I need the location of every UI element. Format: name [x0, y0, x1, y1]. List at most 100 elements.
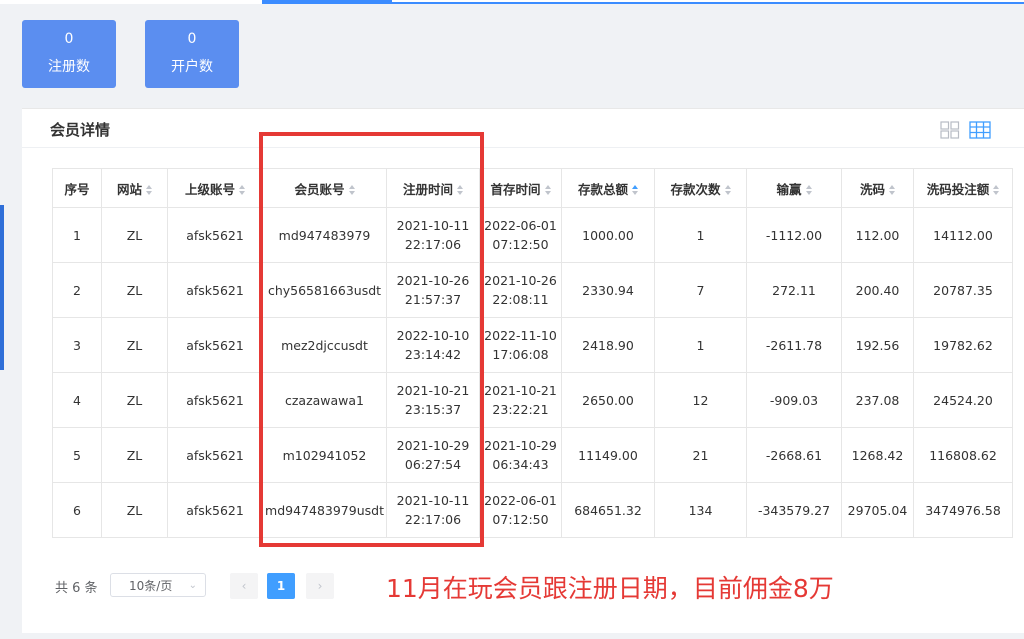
grid-view-icon[interactable]	[940, 121, 960, 143]
cell-rebate-bet: 24524.20	[913, 372, 1013, 428]
col-header-member-account[interactable]: 会员账号	[262, 168, 387, 208]
cell-index: 4	[52, 372, 102, 428]
accounts-opened-stat-card[interactable]: 0 开户数	[145, 20, 239, 88]
cell-member-account: chy56581663usdt	[262, 262, 387, 318]
cell-win-loss: -2611.78	[746, 317, 842, 373]
cell-rebate: 200.40	[841, 262, 914, 318]
panel-divider	[22, 147, 1024, 148]
cell-index: 2	[52, 262, 102, 318]
annotation-text: 11月在玩会员跟注册日期，目前佣金8万	[386, 574, 834, 603]
sort-icon[interactable]	[805, 185, 812, 195]
cell-registration-time: 2022-10-10 23:14:42	[386, 317, 480, 373]
cell-site: ZL	[101, 372, 168, 428]
cell-deposit-count: 21	[654, 427, 747, 483]
tab-underline	[392, 2, 1024, 4]
registrations-label: 注册数	[48, 59, 90, 75]
sort-icon[interactable]	[348, 185, 355, 195]
table-row: 5 ZL afsk5621 m102941052 2021-10-29 06:27…	[52, 427, 1013, 483]
sort-icon[interactable]	[993, 185, 1000, 195]
cell-rebate: 29705.04	[841, 482, 914, 538]
prev-page-button[interactable]: ‹	[230, 573, 258, 599]
sort-icon[interactable]	[457, 185, 463, 195]
cell-rebate: 192.56	[841, 317, 914, 373]
sort-icon[interactable]	[239, 185, 245, 195]
sort-ascending-icon[interactable]	[632, 185, 638, 195]
cell-site: ZL	[101, 207, 168, 263]
cell-index: 3	[52, 317, 102, 373]
cell-member-account: m102941052	[262, 427, 387, 483]
cell-win-loss: 272.11	[746, 262, 842, 318]
cell-member-account: md947483979	[262, 207, 387, 263]
cell-registration-time: 2021-10-21 23:15:37	[386, 372, 480, 428]
panel-title: 会员详情	[50, 121, 111, 139]
registrations-stat-card[interactable]: 0 注册数	[22, 20, 116, 88]
col-header-rebate-bet[interactable]: 洗码投注额	[913, 168, 1013, 208]
cell-win-loss: -343579.27	[746, 482, 842, 538]
cell-deposit-total: 684651.32	[561, 482, 655, 538]
page-size-select[interactable]: 10条/页 ⌄	[110, 573, 206, 597]
cell-index: 5	[52, 427, 102, 483]
table-row: 2 ZL afsk5621 chy56581663usdt 2021-10-26…	[52, 262, 1013, 318]
registrations-count: 0	[64, 31, 74, 47]
cell-deposit-count: 1	[654, 317, 747, 373]
table-view-icon[interactable]	[969, 121, 991, 143]
cell-win-loss: -909.03	[746, 372, 842, 428]
cell-deposit-count: 12	[654, 372, 747, 428]
cell-site: ZL	[101, 317, 168, 373]
col-header-index: 序号	[52, 168, 102, 208]
cell-deposit-total: 11149.00	[561, 427, 655, 483]
chevron-down-icon: ⌄	[188, 580, 197, 591]
cell-registration-time: 2021-10-26 21:57:37	[386, 262, 480, 318]
table-header-row: 序号 网站 上级账号 会员账号 注册时间 首存时间 存款总额 存款次数 输赢 洗…	[52, 168, 1013, 208]
total-count: 共 6 条	[55, 581, 98, 596]
cell-parent-account: afsk5621	[167, 207, 263, 263]
cell-registration-time: 2021-10-11 22:17:06	[386, 207, 480, 263]
cell-win-loss: -1112.00	[746, 207, 842, 263]
sort-icon[interactable]	[889, 185, 895, 195]
cell-parent-account: afsk5621	[167, 262, 263, 318]
cell-rebate: 112.00	[841, 207, 914, 263]
col-header-deposit-count[interactable]: 存款次数	[654, 168, 747, 208]
top-tab-bar	[0, 0, 1024, 4]
cell-deposit-total: 2330.94	[561, 262, 655, 318]
cell-index: 1	[52, 207, 102, 263]
col-header-registration-time[interactable]: 注册时间	[386, 168, 480, 208]
cell-deposit-total: 2650.00	[561, 372, 655, 428]
cell-site: ZL	[101, 427, 168, 483]
cell-member-account: md947483979usdt	[262, 482, 387, 538]
next-page-button[interactable]: ›	[306, 573, 334, 599]
col-header-win-loss[interactable]: 输赢	[746, 168, 842, 208]
table-row: 4 ZL afsk5621 czazawawa1 2021-10-21 23:15…	[52, 372, 1013, 428]
accounts-opened-count: 0	[187, 31, 197, 47]
page-1-button[interactable]: 1	[267, 573, 295, 599]
col-header-first-deposit-time[interactable]: 首存时间	[479, 168, 562, 208]
cell-parent-account: afsk5621	[167, 317, 263, 373]
accounts-opened-label: 开户数	[171, 59, 213, 75]
table-row: 3 ZL afsk5621 mez2djccusdt 2022-10-10 23:…	[52, 317, 1013, 373]
cell-rebate-bet: 14112.00	[913, 207, 1013, 263]
col-header-parent-account[interactable]: 上级账号	[167, 168, 263, 208]
sort-icon[interactable]	[146, 185, 152, 195]
cell-rebate: 1268.42	[841, 427, 914, 483]
cell-parent-account: afsk5621	[167, 372, 263, 428]
cell-member-account: czazawawa1	[262, 372, 387, 428]
left-edge-accent	[0, 205, 4, 370]
view-toggle	[940, 121, 995, 141]
sort-icon[interactable]	[724, 185, 731, 195]
sort-icon[interactable]	[544, 185, 551, 195]
cell-rebate: 237.08	[841, 372, 914, 428]
col-header-deposit-total[interactable]: 存款总额	[561, 168, 655, 208]
col-header-rebate[interactable]: 洗码	[841, 168, 914, 208]
cell-member-account: mez2djccusdt	[262, 317, 387, 373]
table-row: 6 ZL afsk5621 md947483979usdt 2021-10-11…	[52, 482, 1013, 538]
member-table: 序号 网站 上级账号 会员账号 注册时间 首存时间 存款总额 存款次数 输赢 洗…	[52, 168, 1013, 538]
col-header-site[interactable]: 网站	[101, 168, 168, 208]
cell-deposit-count: 134	[654, 482, 747, 538]
cell-win-loss: -2668.61	[746, 427, 842, 483]
cell-registration-time: 2021-10-11 22:17:06	[386, 482, 480, 538]
cell-deposit-count: 1	[654, 207, 747, 263]
page-size-value: 10条/页	[129, 579, 173, 593]
cell-registration-time: 2021-10-29 06:27:54	[386, 427, 480, 483]
cell-site: ZL	[101, 262, 168, 318]
cell-first-deposit-time: 2022-06-01 07:12:50	[479, 207, 562, 263]
